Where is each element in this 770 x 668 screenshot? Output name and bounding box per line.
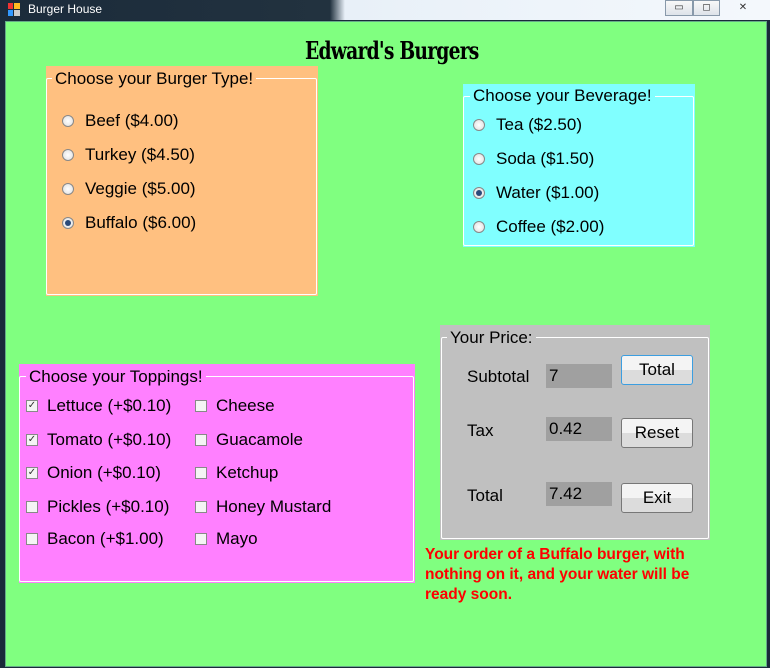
topping-option[interactable]: Pickles (+$0.10) bbox=[26, 497, 169, 517]
checkbox[interactable] bbox=[195, 467, 207, 479]
option-label: Soda ($1.50) bbox=[496, 149, 595, 168]
total-field: 7.42 bbox=[546, 482, 612, 506]
topping-label: Bacon (+$1.00) bbox=[47, 529, 164, 548]
checkbox[interactable]: ✓ bbox=[26, 467, 38, 479]
beverage-group: Choose your Beverage! Tea ($2.50) Soda ($… bbox=[463, 84, 695, 247]
beverage-group-legend: Choose your Beverage! bbox=[470, 86, 655, 106]
total-label: Total bbox=[467, 486, 503, 505]
burger-type-group: Choose your Burger Type! Beef ($4.00) Tur… bbox=[46, 66, 318, 296]
radio-button[interactable] bbox=[473, 221, 485, 233]
checkbox[interactable] bbox=[26, 501, 38, 513]
beverage-option[interactable]: Soda ($1.50) bbox=[473, 149, 594, 169]
option-label: Turkey ($4.50) bbox=[85, 145, 195, 164]
topping-option[interactable]: Bacon (+$1.00) bbox=[26, 529, 164, 549]
burger-group-legend: Choose your Burger Type! bbox=[52, 69, 257, 89]
checkbox[interactable] bbox=[195, 501, 207, 513]
window-title: Burger House bbox=[28, 2, 103, 16]
topping-label: Cheese bbox=[216, 396, 275, 415]
price-group-legend: Your Price: bbox=[447, 328, 536, 348]
total-button[interactable]: Total bbox=[621, 355, 693, 385]
radio-button[interactable] bbox=[473, 187, 485, 199]
topping-option[interactable]: Honey Mustard bbox=[195, 497, 331, 517]
radio-button[interactable] bbox=[62, 183, 74, 195]
title-bar bbox=[0, 0, 770, 20]
tax-field: 0.42 bbox=[546, 417, 612, 441]
topping-label: Onion (+$0.10) bbox=[47, 463, 161, 482]
option-label: Buffalo ($6.00) bbox=[85, 213, 197, 232]
app-icon bbox=[8, 3, 20, 16]
radio-button[interactable] bbox=[62, 115, 74, 127]
topping-label: Lettuce (+$0.10) bbox=[47, 396, 172, 415]
beverage-option[interactable]: Tea ($2.50) bbox=[473, 115, 582, 135]
reset-button[interactable]: Reset bbox=[621, 418, 693, 448]
radio-button[interactable] bbox=[473, 153, 485, 165]
topping-label: Tomato (+$0.10) bbox=[47, 430, 172, 449]
radio-button[interactable] bbox=[62, 149, 74, 161]
topping-option[interactable]: Guacamole bbox=[195, 430, 303, 450]
topping-option[interactable]: Ketchup bbox=[195, 463, 278, 483]
tax-label: Tax bbox=[467, 421, 494, 440]
burger-option[interactable]: Veggie ($5.00) bbox=[62, 179, 196, 199]
topping-label: Guacamole bbox=[216, 430, 303, 449]
beverage-option[interactable]: Water ($1.00) bbox=[473, 183, 599, 203]
toppings-group-legend: Choose your Toppings! bbox=[26, 367, 206, 387]
checkbox[interactable] bbox=[195, 533, 207, 545]
radio-button[interactable] bbox=[473, 119, 485, 131]
toppings-group: Choose your Toppings! ✓ Lettuce (+$0.10) ✓… bbox=[19, 364, 415, 583]
price-group: Your Price: Subtotal 7 Tax 0.42 Total 7.… bbox=[440, 325, 710, 540]
checkbox[interactable] bbox=[26, 533, 38, 545]
topping-option[interactable]: ✓ Lettuce (+$0.10) bbox=[26, 396, 171, 416]
checkbox[interactable] bbox=[195, 434, 207, 446]
topping-label: Mayo bbox=[216, 529, 258, 548]
topping-option[interactable]: Cheese bbox=[195, 396, 275, 416]
page-title: Edward's Burgers bbox=[305, 36, 479, 65]
topping-label: Honey Mustard bbox=[216, 497, 332, 516]
checkbox[interactable]: ✓ bbox=[26, 400, 38, 412]
checkbox[interactable] bbox=[195, 400, 207, 412]
option-label: Water ($1.00) bbox=[496, 183, 600, 202]
burger-option[interactable]: Buffalo ($6.00) bbox=[62, 213, 196, 233]
close-button[interactable]: ✕ bbox=[720, 0, 766, 16]
beverage-option[interactable]: Coffee ($2.00) bbox=[473, 217, 604, 237]
subtotal-label: Subtotal bbox=[467, 367, 530, 386]
minimize-button[interactable]: ▭ bbox=[665, 0, 693, 16]
burger-option[interactable]: Turkey ($4.50) bbox=[62, 145, 195, 165]
topping-option[interactable]: ✓ Onion (+$0.10) bbox=[26, 463, 161, 483]
exit-button[interactable]: Exit bbox=[621, 483, 693, 513]
checkbox[interactable]: ✓ bbox=[26, 434, 38, 446]
order-message: Your order of a Buffalo burger, with not… bbox=[425, 546, 690, 603]
radio-button[interactable] bbox=[62, 217, 74, 229]
option-label: Veggie ($5.00) bbox=[85, 179, 196, 198]
burger-option[interactable]: Beef ($4.00) bbox=[62, 111, 179, 131]
option-label: Coffee ($2.00) bbox=[496, 217, 605, 236]
topping-option[interactable]: Mayo bbox=[195, 529, 258, 549]
restore-button[interactable]: ◻ bbox=[693, 0, 720, 16]
option-label: Tea ($2.50) bbox=[496, 115, 582, 134]
option-label: Beef ($4.00) bbox=[85, 111, 179, 130]
topping-option[interactable]: ✓ Tomato (+$0.10) bbox=[26, 430, 171, 450]
topping-label: Ketchup bbox=[216, 463, 279, 482]
topping-label: Pickles (+$0.10) bbox=[47, 497, 170, 516]
subtotal-field: 7 bbox=[546, 364, 612, 388]
